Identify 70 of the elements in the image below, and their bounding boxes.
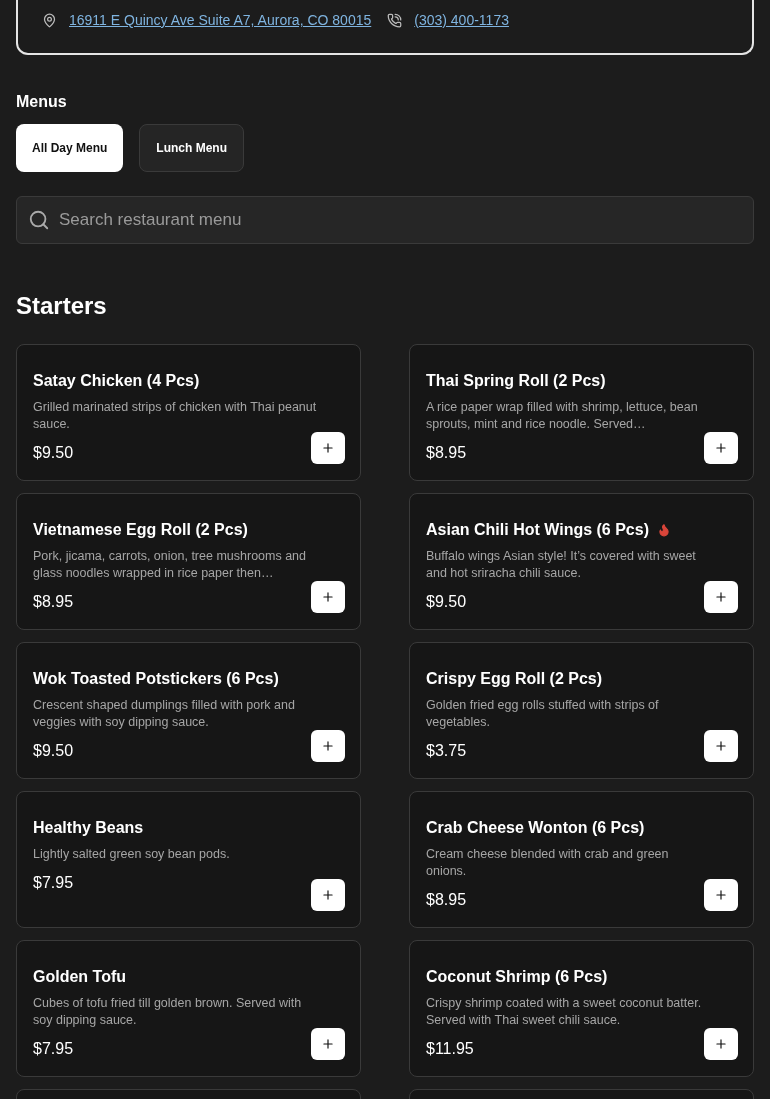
item-name: Crispy Egg Roll (2 Pcs) [426, 669, 603, 689]
location-pin-icon [42, 13, 57, 28]
item-description: Pork, jicama, carrots, onion, tree mushrooms and glass noodles wrapped in rice paper then… [33, 548, 308, 582]
item-price: $7.95 [33, 1039, 75, 1059]
menu-item-card[interactable]: Healthy Beans Lightly salted green soy bean pods. $7.95 [16, 791, 361, 928]
menu-item-card[interactable]: Crab Cheese Wonton (6 Pcs) Cream cheese blended with crab and green onions. $8.95 [409, 791, 754, 928]
menu-item-card[interactable]: Asian Chili Hot Wings (6 Pcs) Buffalo wings Asian style! It’s covered with sweet and hot sriracha chili sauce. $9.50 [409, 493, 754, 630]
add-button[interactable] [704, 432, 738, 464]
item-name: Wok Toasted Potstickers (6 Pcs) [33, 669, 279, 689]
item-price: $9.50 [426, 592, 468, 612]
item-name: Vietnamese Egg Roll (2 Pcs) [33, 520, 248, 540]
item-name: Coconut Shrimp (6 Pcs) [426, 967, 608, 987]
plus-icon [321, 739, 335, 753]
item-name: Asian Chili Hot Wings (6 Pcs) [426, 520, 649, 540]
add-button[interactable] [311, 879, 345, 911]
add-button[interactable] [311, 730, 345, 762]
plus-icon [321, 441, 335, 455]
item-description: Grilled marinated strips of chicken with Thai peanut sauce. [33, 399, 317, 433]
item-description: Crispy shrimp coated with a sweet coconut batter. Served with Thai sweet chili sauce. [426, 995, 703, 1029]
plus-icon [321, 590, 335, 604]
menu-item-card[interactable]: Coconut Shrimp (6 Pcs) Crispy shrimp coated with a sweet coconut batter. Served with Thai sweet chili sauce. $11.95 [409, 940, 754, 1077]
menu-item-card[interactable]: Satay Chicken (4 Pcs) Grilled marinated strips of chicken with Thai peanut sauce. $9.50 [16, 344, 361, 481]
item-price: $3.75 [426, 741, 468, 761]
add-button[interactable] [704, 1028, 738, 1060]
item-description: A rice paper wrap filled with shrimp, lettuce, bean sprouts, mint and rice noodle. Served… [426, 399, 699, 433]
item-price: $8.95 [426, 890, 468, 910]
menu-item-card[interactable]: Crispy Egg Roll (2 Pcs) Golden fried egg rolls stuffed with strips of vegetables. $3.75 [409, 642, 754, 779]
menu-tab[interactable]: All Day Menu [16, 124, 124, 172]
item-description: Cream cheese blended with crab and green onions. [426, 846, 670, 880]
menu-item-card[interactable]: Vietnamese Egg Roll (2 Pcs) Pork, jicama, carrots, onion, tree mushrooms and glass noodles wrapped in rice paper then… $8.95 [16, 493, 361, 630]
item-name: Golden Tofu [33, 967, 126, 987]
add-button[interactable] [311, 581, 345, 613]
item-name: Crab Cheese Wonton (6 Pcs) [426, 818, 645, 838]
menu-item-card[interactable]: Wok Toasted Potstickers (6 Pcs) Crescent shaped dumplings filled with pork and veggies with soy dipping sauce. $9.50 [16, 642, 361, 779]
item-price: $9.50 [33, 741, 75, 761]
plus-icon [321, 888, 335, 902]
item-description: Lightly salted green soy bean pods. [33, 846, 231, 863]
add-button[interactable] [311, 432, 345, 464]
plus-icon [321, 1037, 335, 1051]
item-description: Cubes of tofu fried till golden brown. Served with soy dipping sauce. [33, 995, 303, 1029]
phone-icon [387, 13, 403, 28]
menus-heading: Menus [16, 92, 68, 112]
plus-icon [714, 888, 728, 902]
item-price: $8.95 [33, 592, 75, 612]
add-button[interactable] [704, 879, 738, 911]
phone-link[interactable]: (303) 400-1173 [414, 10, 509, 31]
item-name: Thai Spring Roll (2 Pcs) [426, 371, 606, 391]
item-description: Buffalo wings Asian style! It’s covered with sweet and hot sriracha chili sauce. [426, 548, 697, 582]
plus-icon [714, 441, 728, 455]
item-description: Crescent shaped dumplings filled with pork and veggies with soy dipping sauce. [33, 697, 296, 731]
item-description: Golden fried egg rolls stuffed with strips of vegetables. [426, 697, 660, 731]
item-name: Satay Chicken (4 Pcs) [33, 371, 200, 391]
add-button[interactable] [704, 730, 738, 762]
section-heading: Starters [16, 291, 108, 321]
item-price: $11.95 [426, 1039, 475, 1059]
plus-icon [714, 739, 728, 753]
item-price: $9.50 [33, 443, 75, 463]
item-name: Healthy Beans [33, 818, 144, 838]
add-button[interactable] [311, 1028, 345, 1060]
menu-item-card[interactable]: Golden Tofu Cubes of tofu fried till golden brown. Served with soy dipping sauce. $7.95 [16, 940, 361, 1077]
plus-icon [714, 590, 728, 604]
menu-item-card[interactable]: Thai Spring Roll (2 Pcs) A rice paper wrap filled with shrimp, lettuce, bean sprouts, mint and rice noodle. Served… $8.95 [409, 344, 754, 481]
address-link[interactable]: 16911 E Quincy Ave Suite A7, Aurora, CO 80015 [69, 10, 372, 31]
plus-icon [714, 1037, 728, 1051]
item-price: $8.95 [426, 443, 468, 463]
add-button[interactable] [704, 581, 738, 613]
menu-tab[interactable]: Lunch Menu [139, 124, 245, 172]
item-price: $7.95 [33, 873, 75, 893]
search-icon [28, 209, 50, 231]
search-field[interactable]: Search restaurant menu [16, 196, 754, 244]
